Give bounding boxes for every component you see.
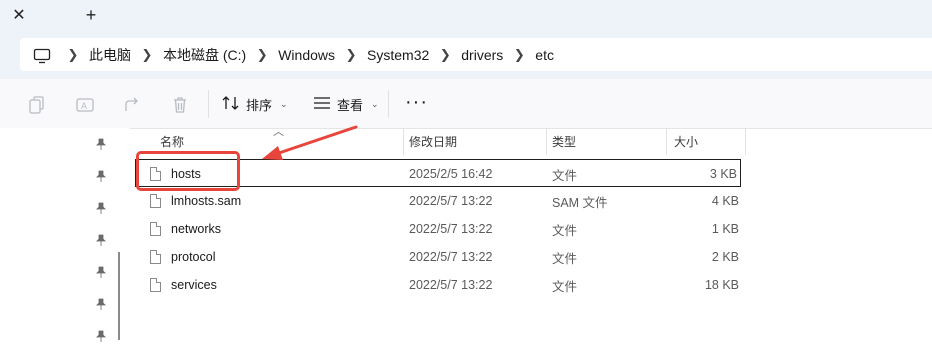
annotation-arrow bbox=[262, 125, 358, 160]
